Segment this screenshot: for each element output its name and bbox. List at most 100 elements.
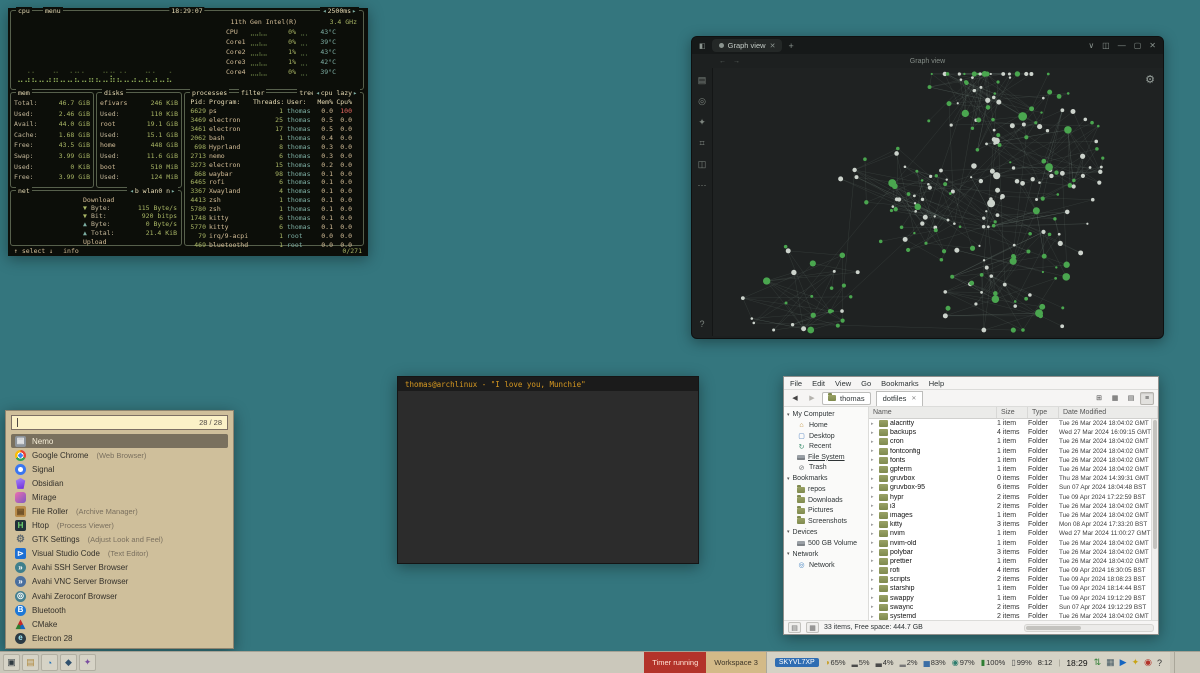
forward-icon[interactable]: → (733, 58, 740, 65)
launcher-item-avahi-vnc-server-browser[interactable]: »Avahi VNC Server Browser (11, 575, 228, 589)
tray-meter[interactable]: ▮100% (981, 658, 1006, 667)
menu-help[interactable]: Help (929, 379, 944, 388)
graph-canvas[interactable] (713, 68, 1163, 336)
obsidian-tabbar[interactable]: ◧ Graph view ✕ + ∨ ◫ — ▢ ✕ (692, 37, 1163, 54)
sidebar-item-trash[interactable]: ⊘Trash (784, 463, 868, 474)
sidebar-item-network[interactable]: ◎Network (784, 560, 868, 571)
process-row[interactable]: 3461electron17thomas0.50.0 (185, 125, 363, 134)
expander-icon[interactable]: ▸ (871, 614, 877, 620)
launcher-item-avahi-zeroconf-browser[interactable]: ◎Avahi Zeroconf Browser (11, 589, 228, 603)
file-row[interactable]: ▸prettier1 itemFolderTue 26 Mar 2024 18:… (869, 557, 1151, 566)
file-row[interactable]: ▸swaync2 itemsFolderSun 07 Apr 2024 19:1… (869, 603, 1151, 612)
launcher-item-obsidian[interactable]: Obsidian (11, 476, 228, 490)
files-icon[interactable]: ▤ (698, 75, 707, 86)
launcher-item-gtk-settings[interactable]: ⚙GTK Settings(Adjust Look and Feel) (11, 533, 228, 547)
compact-view-button[interactable]: ▤ (1124, 392, 1138, 405)
gear-icon[interactable]: ⚙ (1145, 73, 1155, 86)
iface-prev-icon[interactable]: ◂ (130, 187, 134, 195)
expander-icon[interactable]: ▸ (871, 476, 877, 482)
file-row[interactable]: ▸backups4 itemsFolderWed 27 Mar 2024 16:… (869, 428, 1151, 437)
file-row[interactable]: ▸polybar3 itemsFolderTue 26 Mar 2024 18:… (869, 548, 1151, 557)
file-row[interactable]: ▸rofi4 itemsFolderTue 09 Apr 2024 16:30:… (869, 566, 1151, 575)
interval-decrease-icon[interactable]: ◂ (323, 7, 327, 15)
app-launcher-icon[interactable]: ◆ (60, 654, 77, 671)
tray-meter[interactable]: ▯99% (1011, 658, 1031, 667)
toggle-sidepane-button[interactable]: ▤ (788, 622, 801, 633)
file-row[interactable]: ▸cron1 itemFolderTue 26 Mar 2024 18:04:0… (869, 437, 1151, 446)
launcher-item-mirage[interactable]: Mirage (11, 490, 228, 504)
network-updown-icon[interactable]: ⇅ (1094, 657, 1102, 668)
process-row[interactable]: 1748kitty6thomas0.10.0 (185, 214, 363, 223)
mem-panel-title[interactable]: mem (16, 89, 32, 97)
expander-icon[interactable]: ▸ (871, 577, 877, 583)
launcher-item-nemo[interactable]: ▤Nemo (11, 434, 228, 448)
process-row[interactable]: 2062bash1thomas0.40.0 (185, 134, 363, 143)
sidebar-group-devices[interactable]: ▾Devices (784, 527, 868, 539)
back-button[interactable]: ◀ (788, 392, 802, 405)
process-row[interactable]: 6629ps1thomas0.0100 (185, 107, 363, 116)
column-size[interactable]: Size (997, 407, 1028, 418)
graph-icon[interactable]: ⌗ (699, 138, 704, 149)
sidebar-item-screenshots[interactable]: Screenshots (784, 516, 868, 527)
processes-panel-title[interactable]: processes (190, 89, 229, 97)
col-cpu[interactable]: Cpu% (333, 98, 352, 106)
sidebar-item-500-gb-volume[interactable]: 500 GB Volume (784, 538, 868, 549)
new-tab-button[interactable]: ⊞ (1092, 392, 1106, 405)
app-launcher-icon-2[interactable]: ✦ (79, 654, 96, 671)
launcher-item-google-chrome[interactable]: Google Chrome(Web Browser) (11, 448, 228, 462)
menu-bookmarks[interactable]: Bookmarks (881, 379, 919, 388)
update-interval-control[interactable]: ◂2500ms▸ (320, 7, 359, 15)
scrollbar-thumb[interactable] (1026, 626, 1081, 630)
disks-panel-title[interactable]: disks (102, 89, 126, 97)
files-launcher-icon[interactable]: ▤ (22, 654, 39, 671)
launcher-item-visual-studio-code[interactable]: ⊳Visual Studio Code(Text Editor) (11, 547, 228, 561)
keyboard-layout-indicator[interactable]: SKYVL7XP (775, 658, 819, 667)
process-row[interactable]: 3273electron15thomas0.20.0 (185, 160, 363, 169)
col-mem[interactable]: Mem% (315, 98, 333, 106)
expander-icon[interactable]: ▸ (871, 558, 877, 564)
expander-icon[interactable]: ▸ (871, 512, 877, 518)
tray-meter[interactable]: ▂2% (900, 658, 918, 667)
column-date-modified[interactable]: Date Modified (1059, 407, 1158, 418)
processes-filter-button[interactable]: filter (239, 89, 266, 97)
file-row[interactable]: ▸scripts2 itemsFolderTue 09 Apr 2024 18:… (869, 575, 1151, 584)
expander-icon[interactable]: ▸ (871, 457, 877, 463)
footer-info-hint[interactable]: info (63, 247, 79, 255)
terminal-titlebar[interactable]: thomas@archlinux - "I love you, Munchie" (398, 377, 698, 391)
launcher-item-cmake[interactable]: CMake (11, 617, 228, 631)
sidebar-group-bookmarks[interactable]: ▾Bookmarks (784, 473, 868, 485)
file-row[interactable]: ▸systemd2 itemsFolderTue 26 Mar 2024 18:… (869, 612, 1151, 620)
tray-meter[interactable]: ◑65% (825, 658, 846, 667)
menu-file[interactable]: File (790, 379, 802, 388)
sort-next-icon[interactable]: ▸ (353, 89, 357, 97)
processes-sort-control[interactable]: ◂cpu lazy▸ (313, 89, 360, 97)
file-row[interactable]: ▸kitty3 itemsFolderMon 08 Apr 2024 17:33… (869, 520, 1151, 529)
expander-icon[interactable]: ▾ (787, 529, 790, 535)
horizontal-scrollbar[interactable] (1024, 624, 1154, 632)
minimize-icon[interactable]: — (1118, 41, 1126, 50)
expander-icon[interactable]: ▸ (871, 467, 877, 473)
search-icon[interactable]: ◎ (698, 96, 706, 107)
launcher-item-electron-28[interactable]: eElectron 28 (11, 631, 228, 645)
tray-meter[interactable]: ▂5% (852, 658, 870, 667)
expander-icon[interactable]: ▸ (871, 595, 877, 601)
expander-icon[interactable]: ▸ (871, 430, 877, 436)
apps-tray-icon[interactable]: ▦ (1106, 657, 1115, 668)
expander-icon[interactable]: ▸ (871, 531, 877, 537)
file-row[interactable]: ▸hypr2 itemsFolderTue 09 Apr 2024 17:22:… (869, 493, 1151, 502)
process-row[interactable]: 3367Xwayland4thomas0.10.0 (185, 187, 363, 196)
process-row[interactable]: 5770kitty6thomas0.10.0 (185, 222, 363, 231)
expander-icon[interactable]: ▸ (871, 494, 877, 500)
file-row[interactable]: ▸nvim-old1 itemFolderTue 26 Mar 2024 18:… (869, 538, 1151, 547)
toggle-dirtree-button[interactable]: ▦ (806, 622, 819, 633)
file-row[interactable]: ▸gpferm1 itemFolderTue 26 Mar 2024 18:04… (869, 465, 1151, 474)
search-input[interactable]: 28 / 28 (11, 415, 228, 430)
menu-go[interactable]: Go (861, 379, 871, 388)
tray-meter[interactable]: ◉97% (952, 658, 975, 667)
expander-icon[interactable]: ▾ (787, 551, 790, 557)
taskbar-clock[interactable]: 18:29 (1066, 658, 1087, 668)
close-icon[interactable]: ✕ (1149, 41, 1156, 50)
more-icon[interactable]: ⋯ (698, 180, 707, 191)
canvas-icon[interactable]: ◫ (698, 159, 707, 170)
help-tray-icon[interactable]: ? (1157, 658, 1162, 668)
